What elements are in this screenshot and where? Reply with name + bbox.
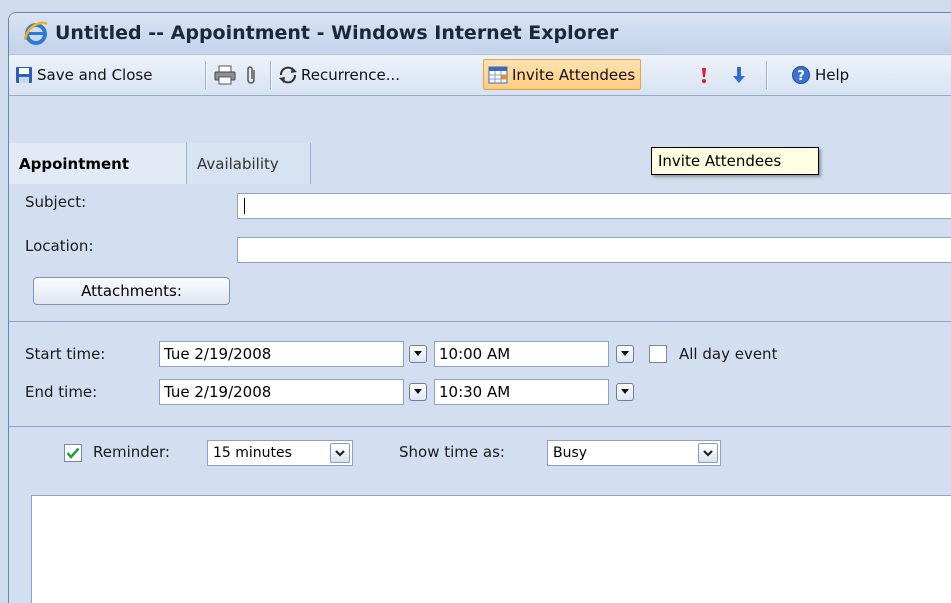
recurrence-button[interactable]: Recurrence... <box>277 59 400 90</box>
show-time-as-select[interactable]: Busy <box>547 440 721 466</box>
window-title: Untitled -- Appointment - Windows Intern… <box>55 22 619 44</box>
appointment-window: Untitled -- Appointment - Windows Intern… <box>8 12 951 603</box>
ie-logo-icon <box>23 21 48 45</box>
save-and-close-button[interactable]: Save and Close <box>15 59 152 90</box>
subject-label: Subject: <box>25 193 87 211</box>
text-caret <box>244 198 245 214</box>
print-button[interactable] <box>214 59 236 90</box>
tab-availability[interactable]: Availability <box>187 143 311 184</box>
tab-availability-label: Availability <box>197 154 279 173</box>
end-time-input[interactable]: 10:30 AM <box>434 379 609 405</box>
calendar-grid-icon <box>488 66 508 83</box>
tooltip: Invite Attendees <box>651 147 819 175</box>
invite-attendees-label: Invite Attendees <box>512 65 636 84</box>
checkmark-icon <box>66 447 80 459</box>
importance-high-button[interactable] <box>699 59 709 90</box>
subject-input[interactable] <box>237 193 951 219</box>
reminder-dropdown-button[interactable] <box>330 443 350 463</box>
paperclip-icon <box>247 65 255 84</box>
chevron-down-icon <box>703 449 713 457</box>
toolbar-separator <box>205 61 207 89</box>
floppy-disk-icon <box>16 66 32 83</box>
tab-appointment[interactable]: Appointment <box>9 143 187 184</box>
start-time-dropdown-button[interactable] <box>616 345 634 363</box>
chevron-down-icon <box>414 351 422 356</box>
show-time-as-label: Show time as: <box>399 443 505 461</box>
importance-low-button[interactable] <box>732 59 746 90</box>
divider <box>9 426 951 427</box>
chevron-down-icon <box>414 389 422 394</box>
tooltip-text: Invite Attendees <box>658 152 782 170</box>
end-time-value: 10:30 AM <box>439 383 511 401</box>
attachments-button[interactable]: Attachments: <box>33 277 230 305</box>
help-icon: ? <box>792 65 810 84</box>
attachments-label: Attachments: <box>81 282 182 300</box>
start-date-input[interactable]: Tue 2/19/2008 <box>159 341 404 367</box>
down-arrow-icon <box>733 66 745 83</box>
location-label: Location: <box>25 237 94 255</box>
show-time-as-value: Busy <box>553 445 588 461</box>
start-time-input[interactable]: 10:00 AM <box>434 341 609 367</box>
end-date-input[interactable]: Tue 2/19/2008 <box>159 379 404 405</box>
reminder-label: Reminder: <box>93 443 170 461</box>
toolbar-separator <box>766 61 768 89</box>
end-date-picker-button[interactable] <box>409 383 427 401</box>
location-input[interactable] <box>237 237 951 263</box>
show-time-as-dropdown-button[interactable] <box>698 443 718 463</box>
toolbar-separator <box>270 61 272 89</box>
start-date-picker-button[interactable] <box>409 345 427 363</box>
svg-text:?: ? <box>797 69 805 84</box>
tab-appointment-label: Appointment <box>19 154 130 173</box>
all-day-event-checkbox[interactable] <box>649 345 667 363</box>
help-button[interactable]: ? Help <box>791 59 849 90</box>
reminder-value: 15 minutes <box>213 445 292 461</box>
save-and-close-label: Save and Close <box>37 65 153 84</box>
invite-attendees-button[interactable]: Invite Attendees <box>483 59 642 90</box>
attach-file-button[interactable] <box>245 59 259 90</box>
start-time-label: Start time: <box>25 345 106 363</box>
start-time-value: 10:00 AM <box>439 345 511 363</box>
end-date-value: Tue 2/19/2008 <box>164 383 272 401</box>
recurrence-label: Recurrence... <box>301 65 400 84</box>
chevron-down-icon <box>621 351 629 356</box>
printer-icon <box>214 65 236 84</box>
exclamation-icon <box>702 67 706 83</box>
chevron-down-icon <box>335 449 345 457</box>
all-day-event-label: All day event <box>679 345 778 363</box>
title-bar: Untitled -- Appointment - Windows Intern… <box>9 13 951 53</box>
recurrence-icon <box>279 66 297 83</box>
start-date-value: Tue 2/19/2008 <box>164 345 272 363</box>
reminder-checkbox[interactable] <box>64 444 82 462</box>
end-time-dropdown-button[interactable] <box>616 383 634 401</box>
divider <box>9 321 951 322</box>
notes-body-editor[interactable] <box>31 495 951 603</box>
toolbar: Save and Close Recurrence... Invite Atte… <box>9 54 951 96</box>
reminder-select[interactable]: 15 minutes <box>207 440 353 466</box>
help-label: Help <box>815 65 850 84</box>
chevron-down-icon <box>621 389 629 394</box>
end-time-label: End time: <box>25 383 98 401</box>
